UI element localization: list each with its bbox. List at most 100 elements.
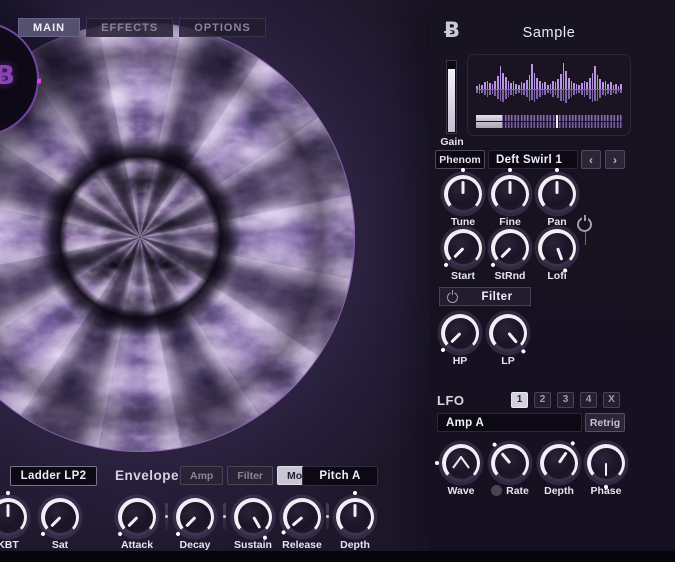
phase-knob[interactable]: Phase [587,444,625,482]
attack-knob[interactable]: Attack [118,498,156,536]
panel-title: Sample [467,25,631,41]
knob-value-dot [461,168,465,172]
strnd-knob[interactable]: StRnd [491,229,529,267]
waveform-bar [620,61,622,117]
knob-value-dot [6,491,10,495]
envelope-target-field[interactable]: Pitch A [302,466,378,486]
fine-knob[interactable]: Fine [491,175,529,213]
waveform-bar [586,61,588,117]
filter-type-field[interactable]: Ladder LP2 [10,466,97,486]
gain-slider-fill [448,69,455,132]
waveform-bar [571,61,573,117]
morph-xy-pad[interactable]: A Ƀ [0,22,39,136]
wave-knob[interactable]: Wave [442,444,480,482]
waveform-bar [526,61,528,117]
lfo-target-field[interactable]: Amp A [437,413,582,432]
waveform-bar [597,61,599,117]
tune-knob[interactable]: Tune [444,175,482,213]
knob-label: LP [475,355,541,367]
lfo-retrig-button[interactable]: Retrig [585,413,625,432]
waveform-bar [602,61,604,117]
waveform-bar [544,61,546,117]
waveform-bar [487,61,489,117]
start-knob[interactable]: Start [444,229,482,267]
knob-value-dot [443,262,449,268]
knob-label: Attack [104,539,170,551]
knob-face [0,502,24,533]
preset-name-field[interactable]: Deft Swirl 1 [488,150,578,169]
waveform-bar [521,61,523,117]
waveform-bar [584,61,586,117]
waveform-bar [500,61,502,117]
depth-knob[interactable]: Depth [336,498,374,536]
knob-value-dot [555,168,559,172]
filter-power-icon[interactable] [447,292,458,303]
gain-label: Gain [434,136,470,148]
outer-ring [0,22,355,452]
waveform-bar [589,61,591,117]
waveform-bar [513,61,515,117]
bottom-border-strip [0,551,675,562]
gain-slider[interactable] [446,60,457,134]
rate-led-icon [491,485,502,496]
waveform-bar [560,61,562,117]
rate-knob[interactable]: Rate [491,444,529,482]
playhead-marker [556,115,558,128]
lofi-knob[interactable]: Lofi [538,229,576,267]
lfo-wave-shape-icon [451,456,471,469]
waveform-bar [552,61,554,117]
library-button[interactable]: Phenom [435,150,485,169]
tab-main[interactable]: MAIN [18,18,80,37]
knob-pointer [509,181,512,194]
waveform-bar [605,61,607,117]
preset-prev-button[interactable]: ‹ [581,150,601,169]
waveform-bar [481,61,483,117]
waveform-bar [547,61,549,117]
sample-panel: Ƀ Sample Gain Phenom Deft Swirl 1 ‹ › Tu… [430,0,675,562]
depth-knob[interactable]: Depth [540,444,578,482]
loop-start-solid [476,122,502,128]
waveform-bar [573,61,575,117]
sustain-knob[interactable]: Sustain [234,498,272,536]
env-tab-amp[interactable]: Amp [180,466,223,485]
waveform-bar [502,61,504,117]
release-knob[interactable]: Release [283,498,321,536]
sat-knob[interactable]: Sat [41,498,79,536]
tab-effects[interactable]: EFFECTS [86,18,173,37]
decay-knob[interactable]: Decay [176,498,214,536]
lp-knob[interactable]: LP [489,314,527,352]
power-icon[interactable] [577,217,592,232]
waveform-bar [508,61,510,117]
waveform-bar [542,61,544,117]
hp-knob[interactable]: HP [441,314,479,352]
knob-pointer [354,504,357,517]
waveform-bar [505,61,507,117]
waveform-bar [539,61,541,117]
filter-title: Filter [464,291,530,303]
waveform-bar [592,61,594,117]
knob-label: Phase [573,485,639,497]
lfo-slot-1[interactable]: 1 [511,392,528,408]
waveform-bar [594,61,596,117]
loop-region-bar[interactable] [476,115,622,128]
waveform-bar [534,61,536,117]
waveform-display[interactable] [467,54,631,136]
waveform-bar [484,61,486,117]
preset-next-button[interactable]: › [605,150,625,169]
lfo-slot-2[interactable]: 2 [534,392,551,408]
pan-knob[interactable]: Pan [538,175,576,213]
lfo-slot-3[interactable]: 3 [557,392,574,408]
waveform-bar [599,61,601,117]
plugin-window: A Ƀ MAIN EFFECTS OPTIONS Ƀ Sample Gain Phe… [0,0,675,562]
loop-stripe-row [476,122,622,128]
lfo-slot-4[interactable]: 4 [580,392,597,408]
env-tab-filter[interactable]: Filter [227,466,273,485]
tab-options[interactable]: OPTIONS [179,18,266,37]
power-connector [585,232,587,245]
knob-value-dot [490,262,496,268]
lfo-slot-x[interactable]: X [603,392,620,408]
waveform-bars [476,61,622,117]
knob-value-dot [440,347,446,353]
waveform-bar [510,61,512,117]
envelope-tabs: AmpFilterMod [180,466,319,485]
